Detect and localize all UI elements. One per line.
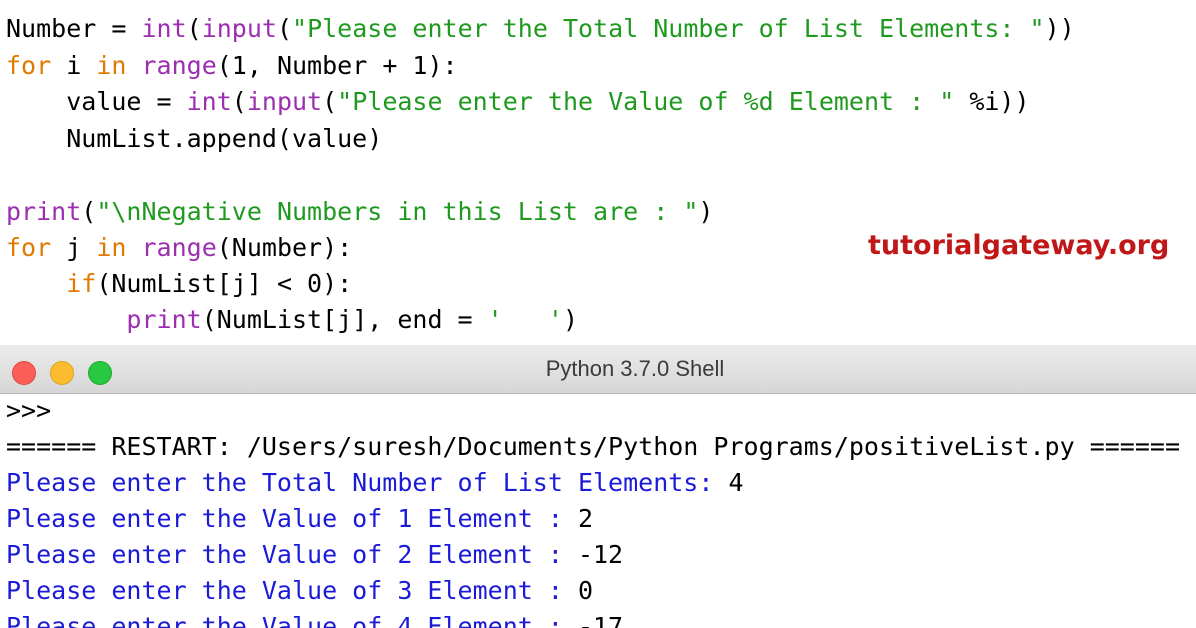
code-token: value = — [6, 87, 187, 116]
code-line-1: Number = int(input("Please enter the Tot… — [6, 11, 1075, 47]
code-token: for — [6, 233, 52, 262]
code-token: j — [51, 233, 97, 262]
code-token: if — [66, 269, 97, 298]
input-prompt: Please enter the Total Number of List El… — [6, 468, 729, 497]
watermark-logo: tutorialgateway.org — [868, 230, 1170, 261]
shell-output-line: Please enter the Value of 4 Element : -1… — [6, 609, 623, 628]
code-line-5: print("\nNegative Numbers in this List a… — [6, 194, 713, 230]
code-token: range — [141, 51, 217, 80]
code-line-4: NumList.append(value) — [6, 121, 382, 157]
code-token: NumList.append(value) — [6, 124, 383, 153]
shell-output-line: Please enter the Value of 1 Element : 2 — [6, 501, 593, 537]
code-token: int — [141, 14, 187, 43]
code-token: (1, Number + 1): — [216, 51, 458, 80]
code-token: (Number): — [216, 233, 353, 262]
window-titlebar[interactable]: Python 3.7.0 Shell — [0, 345, 1196, 394]
code-line-2: for i in range(1, Number + 1): — [6, 48, 458, 84]
input-value: 0 — [577, 576, 594, 605]
code-token: "\nNegative Numbers in this List are : " — [96, 197, 699, 226]
code-token: ) — [562, 305, 578, 334]
code-token: ) — [698, 197, 714, 226]
code-token: ( — [276, 14, 293, 43]
code-token: i — [51, 51, 97, 80]
code-line-3: value = int(input("Please enter the Valu… — [6, 84, 1030, 120]
input-value: 4 — [728, 468, 744, 497]
code-token: ' ' — [487, 305, 563, 334]
code-token: input — [201, 14, 277, 43]
shell-output-line: Please enter the Value of 3 Element : 0 — [6, 573, 593, 609]
shell-output-line: Please enter the Total Number of List El… — [6, 465, 744, 501]
code-editor[interactable]: Number = int(input("Please enter the Tot… — [0, 0, 1196, 345]
shell-output-line: Please enter the Value of 2 Element : -1… — [6, 537, 623, 573]
input-prompt: Please enter the Value of 1 Element : — [6, 504, 578, 533]
code-token: print — [6, 197, 82, 226]
code-token: "Please enter the Value of %d Element : … — [337, 87, 955, 116]
code-token: (NumList[j] < 0): — [96, 269, 353, 298]
input-value: -17 — [577, 612, 624, 628]
code-token: in — [96, 51, 127, 80]
python-shell-window: Python 3.7.0 Shell >>> ====== RESTART: /… — [0, 345, 1196, 628]
input-prompt: Please enter the Value of 2 Element : — [6, 540, 578, 569]
code-token: input — [246, 87, 323, 116]
code-token: %i)) — [954, 87, 1030, 116]
shell-restart-line: ====== RESTART: /Users/suresh/Documents/… — [6, 432, 1180, 461]
code-token: ( — [231, 87, 247, 116]
code-token: in — [96, 233, 127, 262]
code-token: range — [141, 233, 217, 262]
code-token: ( — [322, 87, 338, 116]
shell-prompt-line: >>> — [6, 396, 52, 425]
code-token: for — [6, 51, 52, 80]
code-token: ( — [186, 14, 202, 43]
code-token: int — [186, 87, 232, 116]
input-value: 2 — [577, 504, 594, 533]
code-token: print — [126, 305, 202, 334]
code-token: )) — [1044, 14, 1075, 43]
code-line-7: if(NumList[j] < 0): — [6, 266, 352, 302]
code-token: ( — [81, 197, 97, 226]
input-value: -12 — [577, 540, 624, 569]
window-title: Python 3.7.0 Shell — [545, 356, 725, 381]
input-prompt: Please enter the Value of 3 Element : — [6, 576, 578, 605]
code-line-8: print(NumList[j], end = ' ') — [6, 302, 578, 338]
code-token: "Please enter the Total Number of List E… — [292, 14, 1045, 43]
code-token: Number = — [6, 14, 142, 43]
code-token: (NumList[j], end = — [201, 305, 488, 334]
input-prompt: Please enter the Value of 4 Element : — [6, 612, 578, 628]
code-line-6: for j in range(Number): — [6, 230, 352, 266]
